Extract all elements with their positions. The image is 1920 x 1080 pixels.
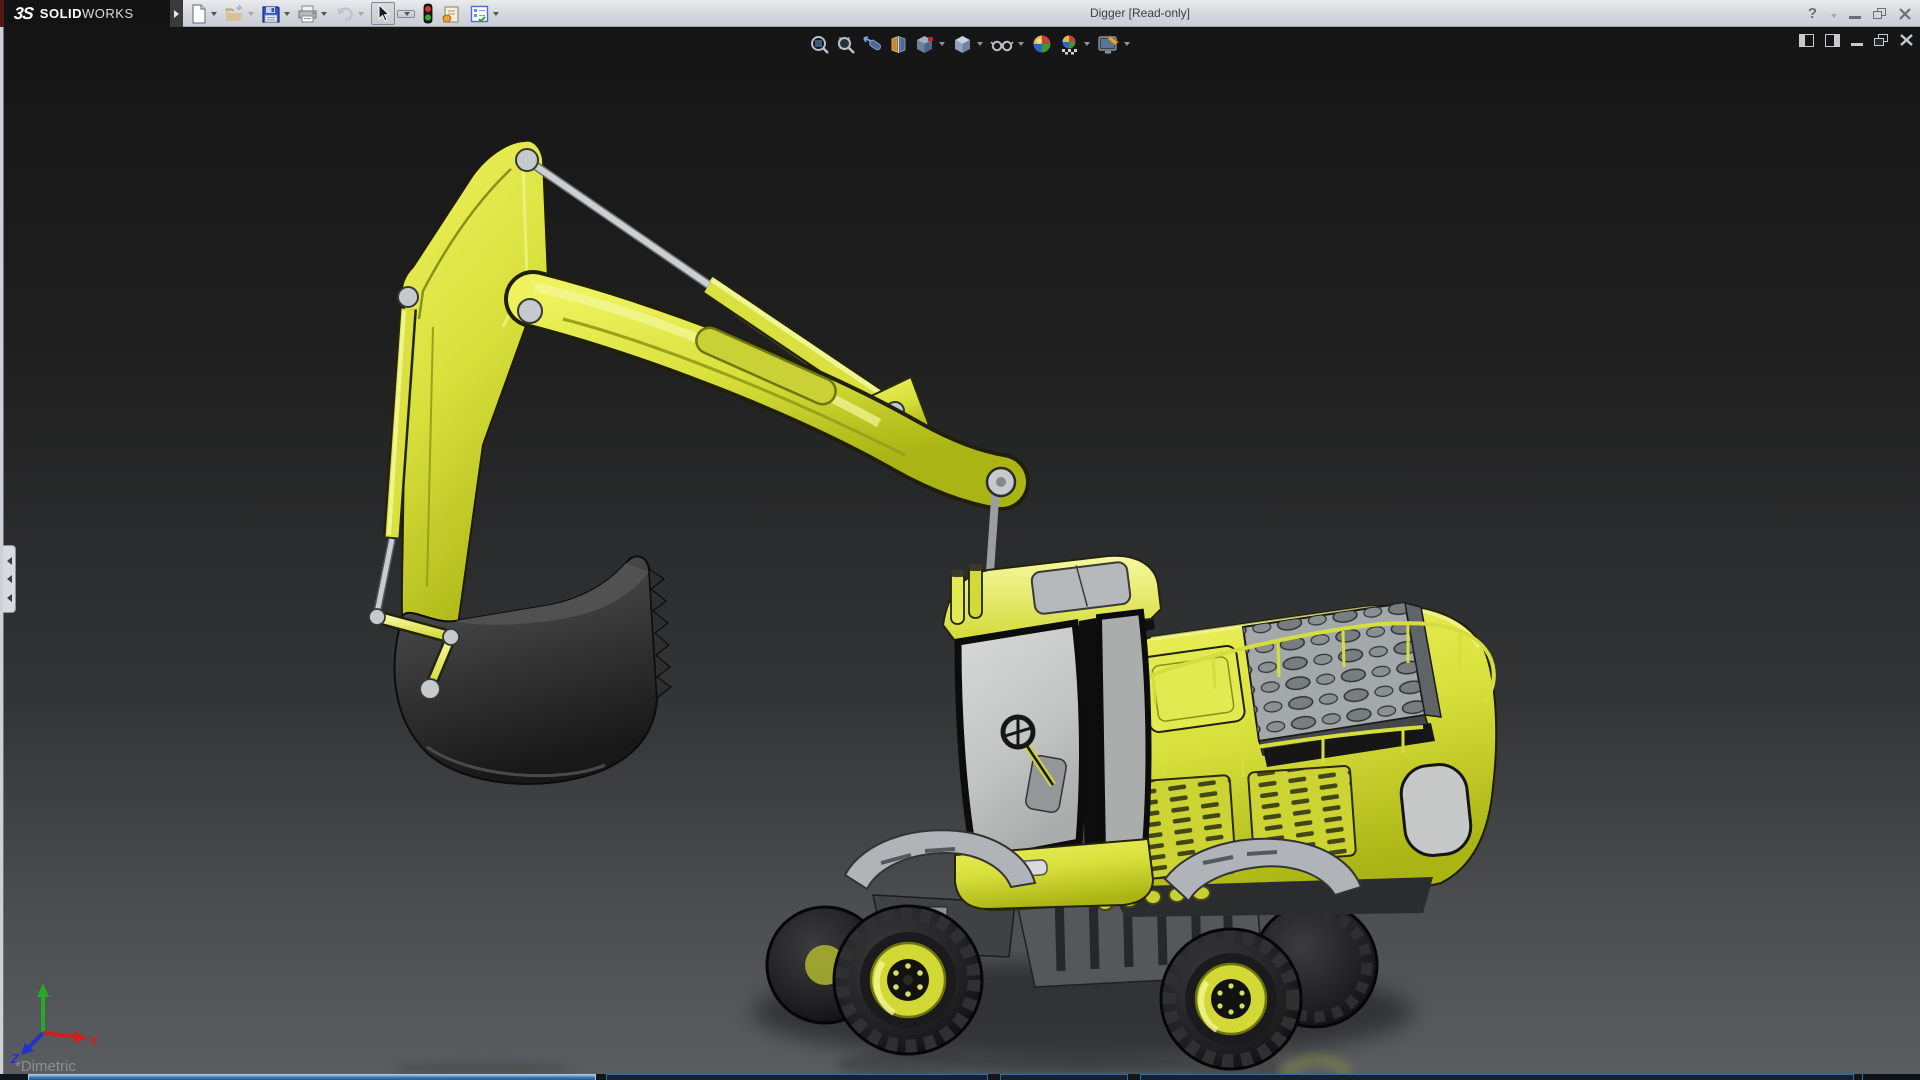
rebuild-traffic-light-icon xyxy=(423,3,433,24)
apply-scene-icon xyxy=(1062,35,1077,55)
previous-view-icon xyxy=(863,35,882,50)
taskbar-button-active[interactable] xyxy=(28,1074,596,1080)
document-restore-button[interactable] xyxy=(1874,34,1888,46)
zoom-to-area-button[interactable] xyxy=(835,34,856,55)
zoom-to-fit-button[interactable] xyxy=(809,34,830,55)
section-view-icon xyxy=(891,35,906,53)
windows-taskbar-sliver xyxy=(0,1074,1920,1080)
show-desktop-button[interactable] xyxy=(1862,1074,1920,1080)
taskbar-button[interactable] xyxy=(1140,1074,1854,1080)
new-dropdown-caret[interactable] xyxy=(211,11,217,16)
menu-expand-chevron[interactable] xyxy=(170,0,183,27)
wheel-rear-right[interactable] xyxy=(1159,927,1303,1071)
file-properties-button[interactable] xyxy=(439,4,464,24)
file-properties-icon xyxy=(442,6,459,22)
open-document-icon xyxy=(225,4,243,21)
solidworks-logo: 3S SOLIDWORKS xyxy=(4,0,170,27)
select-dropdown-caret xyxy=(404,11,410,16)
undo-icon xyxy=(337,7,353,21)
help-dropdown-caret[interactable] xyxy=(1831,13,1837,18)
view-orientation-icon xyxy=(917,35,933,53)
options-icon xyxy=(470,5,489,22)
document-minimize-button[interactable] xyxy=(1851,42,1863,46)
window-title: Digger [Read-only] xyxy=(1089,6,1191,20)
triad-x-label: X xyxy=(88,1033,99,1048)
print-dropdown-caret[interactable] xyxy=(321,11,327,16)
reference-triad: X Z xyxy=(10,983,99,1066)
hide-show-items-icon xyxy=(990,40,1014,51)
hide-show-items-button[interactable] xyxy=(990,34,1026,55)
open-document-button[interactable] xyxy=(222,4,256,24)
taskbar-button[interactable] xyxy=(1000,1074,1128,1080)
open-dropdown-caret[interactable] xyxy=(248,11,254,16)
wheel-front-left[interactable] xyxy=(832,904,984,1056)
select-pressed-box[interactable] xyxy=(371,2,395,25)
display-style-caret[interactable] xyxy=(977,42,983,46)
zoom-to-fit-icon xyxy=(811,35,829,54)
select-tool-button[interactable] xyxy=(369,2,417,25)
view-settings-button[interactable] xyxy=(1097,34,1132,55)
view-orientation-button[interactable] xyxy=(914,34,947,55)
print-icon xyxy=(298,5,317,22)
print-button[interactable] xyxy=(295,4,329,24)
headsup-view-toolbar xyxy=(809,32,1132,56)
document-close-button[interactable] xyxy=(1899,33,1914,47)
titlebar-controls: ? xyxy=(1808,0,1912,27)
display-style-icon xyxy=(955,35,970,53)
solidworks-logo-text: SOLIDWORKS xyxy=(39,6,134,21)
display-style-button[interactable] xyxy=(952,34,985,55)
close-button[interactable] xyxy=(1898,7,1912,21)
chevron-left-icon xyxy=(6,593,12,602)
view-orientation-label: *Dimetric xyxy=(15,1058,76,1074)
save-icon xyxy=(262,5,280,23)
options-dropdown-caret[interactable] xyxy=(493,11,499,16)
solidworks-window: 3S SOLIDWORKS Digger [Read-only] ? X Z *… xyxy=(0,0,1920,1080)
solidworks-logo-mark: 3S xyxy=(13,3,34,23)
help-button[interactable]: ? xyxy=(1808,5,1817,22)
main-toolbar xyxy=(188,1,501,26)
graphics-viewport[interactable]: X Z *Dimetric xyxy=(0,27,1920,1074)
save-dropdown-caret[interactable] xyxy=(284,11,290,16)
undo-dropdown-caret[interactable] xyxy=(358,11,364,16)
chevron-right-icon xyxy=(174,9,179,18)
chevron-left-icon xyxy=(6,556,12,565)
view-settings-caret[interactable] xyxy=(1124,42,1130,46)
new-document-button[interactable] xyxy=(188,3,219,24)
taskbar-button[interactable] xyxy=(606,1074,988,1080)
minimize-button[interactable] xyxy=(1849,16,1861,19)
restore-button[interactable] xyxy=(1873,8,1886,19)
select-cursor-icon xyxy=(378,4,391,22)
featuremanager-collapsed-tab[interactable] xyxy=(3,545,16,613)
save-button[interactable] xyxy=(259,4,292,24)
select-dropdown-box[interactable] xyxy=(397,9,415,18)
edit-appearance-button[interactable] xyxy=(1031,33,1053,55)
view-orientation-caret[interactable] xyxy=(939,42,945,46)
collapse-pane-right-button[interactable] xyxy=(1825,33,1840,47)
excavator-boom[interactable] xyxy=(373,139,1030,679)
rebuild-button[interactable] xyxy=(420,3,436,24)
apply-scene-caret[interactable] xyxy=(1084,42,1090,46)
excavator-model[interactable] xyxy=(3,27,1920,1074)
undo-button[interactable] xyxy=(332,4,366,24)
chevron-left-icon xyxy=(6,575,12,583)
edit-appearance-icon xyxy=(1033,35,1051,53)
previous-view-button[interactable] xyxy=(861,34,883,55)
view-settings-icon xyxy=(1098,34,1119,53)
new-document-icon xyxy=(192,3,206,24)
apply-scene-button[interactable] xyxy=(1058,33,1092,55)
zoom-to-area-icon xyxy=(838,36,855,54)
title-bar: 3S SOLIDWORKS Digger [Read-only] ? xyxy=(0,0,1920,27)
document-window-controls xyxy=(1799,33,1914,47)
options-button[interactable] xyxy=(467,4,501,24)
collapse-pane-left-button[interactable] xyxy=(1799,33,1814,47)
hide-show-items-caret[interactable] xyxy=(1018,42,1024,46)
section-view-button[interactable] xyxy=(888,34,909,55)
